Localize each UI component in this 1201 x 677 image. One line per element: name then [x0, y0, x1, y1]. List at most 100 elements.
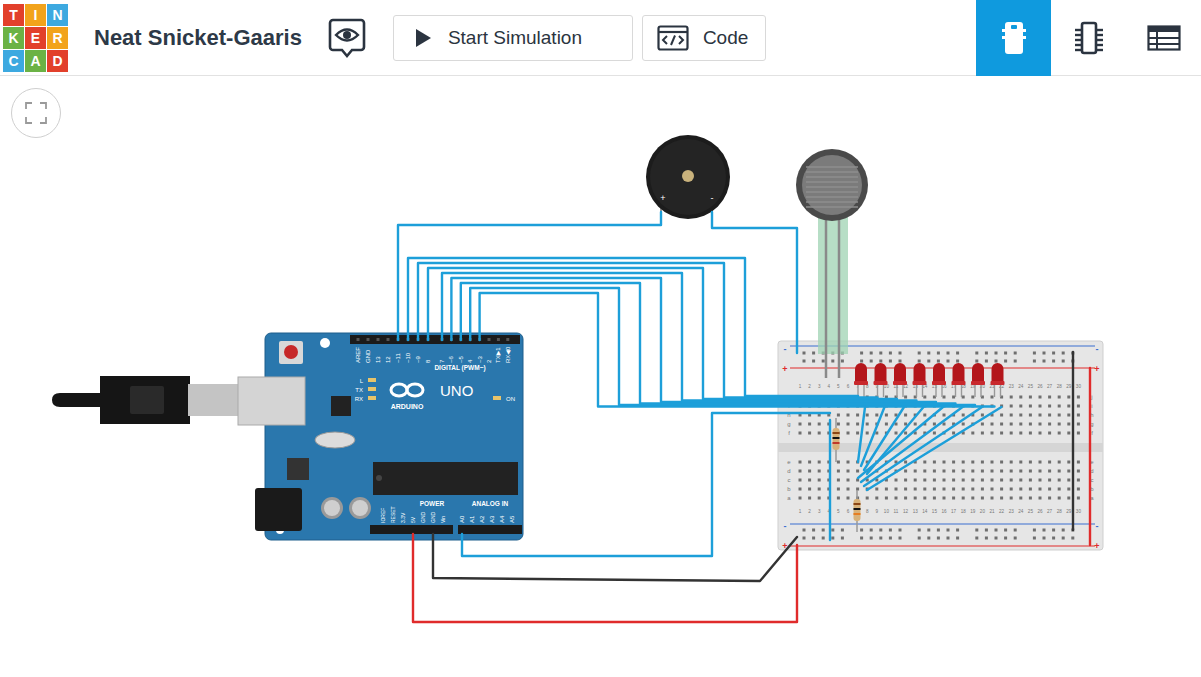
view-tab[interactable] — [976, 0, 1051, 76]
resistor[interactable] — [854, 490, 861, 532]
wire[interactable] — [1089, 368, 1091, 545]
wire[interactable] — [398, 212, 661, 340]
wire[interactable] — [858, 407, 865, 462]
arduino-uno[interactable]: AREFGND1312~11~10~987~6~54~32TX▶1RX◀0DIG… — [255, 333, 523, 540]
breadboard-column-number: 2020 — [980, 384, 986, 514]
view-tab[interactable] — [1051, 0, 1126, 76]
wire[interactable] — [433, 534, 797, 581]
svg-text:23: 23 — [1009, 384, 1015, 389]
status-led: RX — [355, 396, 376, 402]
table-list-icon — [1147, 25, 1181, 51]
svg-text:TX: TX — [355, 387, 363, 393]
digital-pin-label: ~11 — [395, 353, 401, 363]
svg-text:f: f — [788, 430, 790, 436]
red-led[interactable] — [874, 363, 888, 397]
svg-text:29: 29 — [1066, 384, 1072, 389]
breadboard-column-number: 2222 — [999, 384, 1005, 514]
svg-text:RX: RX — [355, 396, 363, 402]
digital-pin-label: 4 — [467, 359, 473, 363]
wire[interactable] — [462, 413, 830, 556]
wire[interactable] — [829, 420, 831, 540]
power-pin-label: RESET — [390, 506, 396, 523]
svg-text:3: 3 — [818, 384, 821, 389]
wire[interactable] — [480, 293, 995, 407]
power-pin-label: GND — [420, 512, 426, 524]
digital-title: DIGITAL (PWM~) — [434, 364, 485, 372]
tinkercad-app: TINKERCAD Neat Snicket-Gaaris Start Simula… — [0, 0, 1201, 677]
wire[interactable] — [861, 407, 963, 482]
wire[interactable] — [867, 407, 1002, 490]
breadboard-column-number: 2121 — [989, 384, 995, 514]
power-pin-label: Vin — [440, 516, 446, 523]
power-jack — [255, 488, 302, 531]
svg-text:6: 6 — [847, 384, 850, 389]
svg-text:2: 2 — [808, 384, 811, 389]
buzzer-pin-label: + — [660, 193, 665, 203]
svg-text:27: 27 — [1047, 509, 1053, 514]
svg-text:6: 6 — [847, 509, 850, 514]
svg-text:24: 24 — [1018, 384, 1024, 389]
svg-text:8: 8 — [866, 509, 869, 514]
red-led[interactable] — [932, 363, 946, 397]
svg-text:17: 17 — [951, 509, 957, 514]
red-led[interactable] — [913, 363, 927, 397]
toolbar-button[interactable]: Code — [642, 15, 766, 61]
svg-text:22: 22 — [999, 509, 1005, 514]
power-pin-label: IOREF — [380, 508, 386, 523]
red-led[interactable] — [952, 363, 966, 397]
svg-text:d: d — [787, 468, 790, 474]
svg-text:+: + — [782, 364, 787, 374]
microcontroller-chip — [373, 462, 518, 495]
svg-text:27: 27 — [1047, 384, 1053, 389]
circuit-canvas[interactable]: AREFGND1312~11~10~987~6~54~32TX▶1RX◀0DIG… — [0, 76, 1201, 677]
svg-text:20: 20 — [980, 509, 986, 514]
logo-tile: T — [3, 4, 24, 26]
breadboard-column-number: 1919 — [970, 384, 976, 514]
reset-button[interactable] — [279, 341, 303, 364]
breadboard-column-number: 2323 — [1009, 384, 1015, 514]
wire[interactable] — [461, 283, 956, 404]
svg-text:15: 15 — [932, 509, 938, 514]
svg-text:+: + — [1094, 541, 1099, 551]
wire[interactable] — [413, 534, 797, 622]
tinkercad-logo[interactable]: TINKERCAD — [3, 4, 68, 72]
logo-tile: E — [25, 27, 46, 49]
notes-button[interactable] — [328, 17, 366, 59]
analog-pin-label: A0 — [459, 515, 465, 523]
red-led[interactable] — [893, 363, 907, 397]
breadboard-column-number: 2828 — [1057, 384, 1063, 514]
wire[interactable] — [470, 288, 975, 405]
red-led[interactable] — [854, 363, 868, 397]
fit-view-button[interactable] — [11, 88, 61, 138]
circuit-view-icon — [1002, 20, 1026, 56]
logo-tile: D — [47, 50, 68, 72]
code-icon — [657, 25, 689, 51]
wire[interactable] — [451, 278, 936, 402]
design-title[interactable]: Neat Snicket-Gaaris — [94, 25, 302, 51]
svg-text:14: 14 — [922, 509, 928, 514]
svg-text:1: 1 — [799, 384, 802, 389]
resistor[interactable] — [833, 418, 840, 462]
wire[interactable] — [864, 407, 982, 486]
svg-text:18: 18 — [961, 509, 967, 514]
breadboard-row: dd — [787, 468, 1093, 474]
wire[interactable] — [1072, 352, 1074, 530]
breadboard-column-number: 3030 — [1076, 384, 1082, 514]
toolbar-button[interactable]: Start Simulation — [393, 15, 633, 61]
force-sensor[interactable] — [796, 149, 868, 378]
status-led: TX — [355, 387, 376, 393]
red-led[interactable] — [991, 363, 1005, 397]
svg-text:28: 28 — [1057, 384, 1063, 389]
view-tab[interactable] — [1126, 0, 1201, 76]
svg-text:13: 13 — [913, 509, 919, 514]
notes-eye-icon — [328, 17, 366, 59]
usb-cable[interactable] — [52, 376, 305, 425]
digital-pin-label: ~6 — [448, 355, 454, 363]
svg-text:30: 30 — [1076, 384, 1082, 389]
svg-text:g: g — [787, 421, 790, 427]
svg-text:a: a — [787, 495, 791, 501]
logo-tile: R — [47, 27, 68, 49]
red-led[interactable] — [971, 363, 985, 397]
svg-text:5: 5 — [837, 384, 840, 389]
piezo-buzzer[interactable]: +- — [646, 135, 730, 219]
